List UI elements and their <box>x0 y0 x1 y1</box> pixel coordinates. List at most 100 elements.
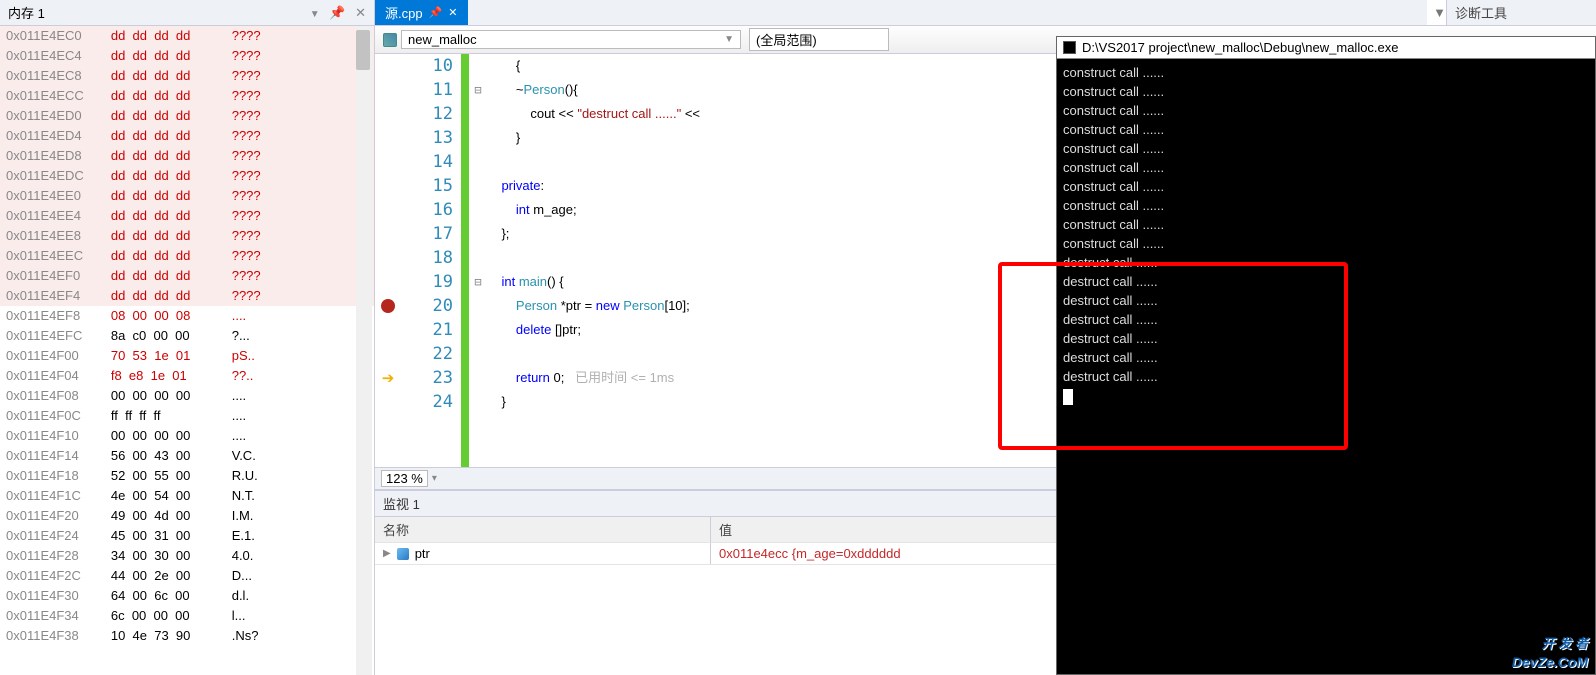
breakpoint-icon[interactable] <box>381 299 395 313</box>
line-number: 18 <box>401 246 461 270</box>
logo-top: 开 发 者 <box>1542 636 1588 651</box>
pin-icon[interactable]: 📌 <box>329 5 345 20</box>
memory-row[interactable]: 0x011E4ED8 dd dd dd dd ???? <box>0 146 374 166</box>
memory-row[interactable]: 0x011E4EF4 dd dd dd dd ???? <box>0 286 374 306</box>
memory-row[interactable]: 0x011E4EE8 dd dd dd dd ???? <box>0 226 374 246</box>
memory-row[interactable]: 0x011E4EC0 dd dd dd dd ???? <box>0 26 374 46</box>
memory-row[interactable]: 0x011E4F08 00 00 00 00 .... <box>0 386 374 406</box>
console-title-text: D:\VS2017 project\new_malloc\Debug\new_m… <box>1082 40 1399 55</box>
scroll-thumb[interactable] <box>356 30 370 70</box>
current-line-arrow-icon: ➔ <box>382 369 395 387</box>
zoom-value: 123 % <box>386 471 423 486</box>
console-line: construct call ...... <box>1063 158 1589 177</box>
memory-row[interactable]: 0x011E4EEC dd dd dd dd ???? <box>0 246 374 266</box>
line-number: 10 <box>401 54 461 78</box>
memory-row[interactable]: 0x011E4EF0 dd dd dd dd ???? <box>0 266 374 286</box>
line-number: 16 <box>401 198 461 222</box>
memory-row[interactable]: 0x011E4F2C 44 00 2e 00 D... <box>0 566 374 586</box>
memory-row[interactable]: 0x011E4ED0 dd dd dd dd ???? <box>0 106 374 126</box>
fold-toggle <box>469 198 487 222</box>
watermark-logo: 开 发 者 DevZe.CoM <box>1512 632 1588 671</box>
zoom-combo[interactable]: 123 % <box>381 470 428 487</box>
console-line: construct call ...... <box>1063 101 1589 120</box>
dropdown-icon[interactable]: ▼ <box>310 9 320 20</box>
fold-toggle <box>469 150 487 174</box>
memory-row[interactable]: 0x011E4EC8 dd dd dd dd ???? <box>0 66 374 86</box>
memory-row[interactable]: 0x011E4F00 70 53 1e 01 pS.. <box>0 346 374 366</box>
tab-source[interactable]: 源.cpp 📌 ✕ <box>375 0 468 25</box>
tab-diagnostics[interactable]: 诊断工具 <box>1446 0 1596 25</box>
class-icon <box>383 33 397 47</box>
memory-row[interactable]: 0x011E4F04 f8 e8 1e 01 ??.. <box>0 366 374 386</box>
scope-class-combo[interactable]: new_malloc ▼ <box>401 30 741 49</box>
memory-row[interactable]: 0x011E4F18 52 00 55 00 R.U. <box>0 466 374 486</box>
memory-panel-header: 内存 1 ▼ 📌 ✕ <box>0 0 374 26</box>
scrollbar[interactable] <box>356 26 372 675</box>
memory-body[interactable]: 0x011E4EC0 dd dd dd dd ????0x011E4EC4 dd… <box>0 26 374 675</box>
memory-row[interactable]: 0x011E4F28 34 00 30 00 4.0. <box>0 546 374 566</box>
line-number: 21 <box>401 318 461 342</box>
console-line: construct call ...... <box>1063 215 1589 234</box>
memory-row[interactable]: 0x011E4F34 6c 00 00 00 l... <box>0 606 374 626</box>
fold-toggle <box>469 294 487 318</box>
memory-row[interactable]: 0x011E4EFC 8a c0 00 00 ?... <box>0 326 374 346</box>
fold-toggle <box>469 390 487 414</box>
console-line: construct call ...... <box>1063 120 1589 139</box>
line-number: 20 <box>401 294 461 318</box>
console-line: construct call ...... <box>1063 234 1589 253</box>
chevron-down-icon: ▼ <box>724 34 734 45</box>
close-icon[interactable]: ✕ <box>355 5 366 20</box>
scope-range-value: (全局范围) <box>756 33 817 48</box>
line-number: 24 <box>401 390 461 414</box>
fold-toggle <box>469 174 487 198</box>
watch-col-name[interactable]: 名称 <box>375 517 711 542</box>
pin-icon[interactable]: 📌 <box>429 6 443 19</box>
memory-row[interactable]: 0x011E4ED4 dd dd dd dd ???? <box>0 126 374 146</box>
scope-class-value: new_malloc <box>408 32 477 47</box>
memory-row[interactable]: 0x011E4EE0 dd dd dd dd ???? <box>0 186 374 206</box>
fold-toggle[interactable]: ⊟ <box>469 270 487 294</box>
memory-row[interactable]: 0x011E4F30 64 00 6c 00 d.l. <box>0 586 374 606</box>
expand-icon[interactable]: ▶ <box>383 548 391 559</box>
console-line: construct call ...... <box>1063 82 1589 101</box>
annotation-box <box>998 262 1348 450</box>
console-titlebar[interactable]: D:\VS2017 project\new_malloc\Debug\new_m… <box>1057 37 1595 59</box>
fold-toggle <box>469 342 487 366</box>
app-icon <box>1063 41 1076 54</box>
memory-row[interactable]: 0x011E4F24 45 00 31 00 E.1. <box>0 526 374 546</box>
fold-toggle <box>469 126 487 150</box>
tabs-dropdown-icon[interactable]: ▼ <box>1433 5 1446 20</box>
tab-area <box>468 0 1428 25</box>
watch-var-name: ptr <box>415 546 430 561</box>
memory-row[interactable]: 0x011E4F10 00 00 00 00 .... <box>0 426 374 446</box>
memory-row[interactable]: 0x011E4F14 56 00 43 00 V.C. <box>0 446 374 466</box>
memory-row[interactable]: 0x011E4EE4 dd dd dd dd ???? <box>0 206 374 226</box>
line-number: 14 <box>401 150 461 174</box>
memory-row[interactable]: 0x011E4F38 10 4e 73 90 .Ns? <box>0 626 374 646</box>
memory-row[interactable]: 0x011E4EF8 08 00 00 08 .... <box>0 306 374 326</box>
memory-row[interactable]: 0x011E4F0C ff ff ff ff .... <box>0 406 374 426</box>
memory-row[interactable]: 0x011E4F20 49 00 4d 00 I.M. <box>0 506 374 526</box>
variable-icon <box>397 548 409 560</box>
memory-row[interactable]: 0x011E4ECC dd dd dd dd ???? <box>0 86 374 106</box>
line-number: 13 <box>401 126 461 150</box>
fold-toggle <box>469 246 487 270</box>
line-number: 12 <box>401 102 461 126</box>
fold-toggle <box>469 54 487 78</box>
logo-bottom: DevZe.CoM <box>1512 653 1588 671</box>
fold-toggle[interactable]: ⊟ <box>469 78 487 102</box>
memory-panel-title: 内存 1 <box>8 3 45 22</box>
chevron-down-icon[interactable]: ▾ <box>432 473 437 484</box>
memory-row[interactable]: 0x011E4F1C 4e 00 54 00 N.T. <box>0 486 374 506</box>
console-line: construct call ...... <box>1063 177 1589 196</box>
line-number: 23 <box>401 366 461 390</box>
memory-panel: 内存 1 ▼ 📌 ✕ 0x011E4EC0 dd dd dd dd ????0x… <box>0 0 375 675</box>
scope-range-combo[interactable]: (全局范围) <box>749 28 889 51</box>
memory-row[interactable]: 0x011E4EDC dd dd dd dd ???? <box>0 166 374 186</box>
memory-row[interactable]: 0x011E4EC4 dd dd dd dd ???? <box>0 46 374 66</box>
close-icon[interactable]: ✕ <box>448 6 457 19</box>
fold-toggle <box>469 366 487 390</box>
console-line: construct call ...... <box>1063 196 1589 215</box>
tab-source-label: 源.cpp <box>385 3 423 22</box>
console-line: construct call ...... <box>1063 139 1589 158</box>
